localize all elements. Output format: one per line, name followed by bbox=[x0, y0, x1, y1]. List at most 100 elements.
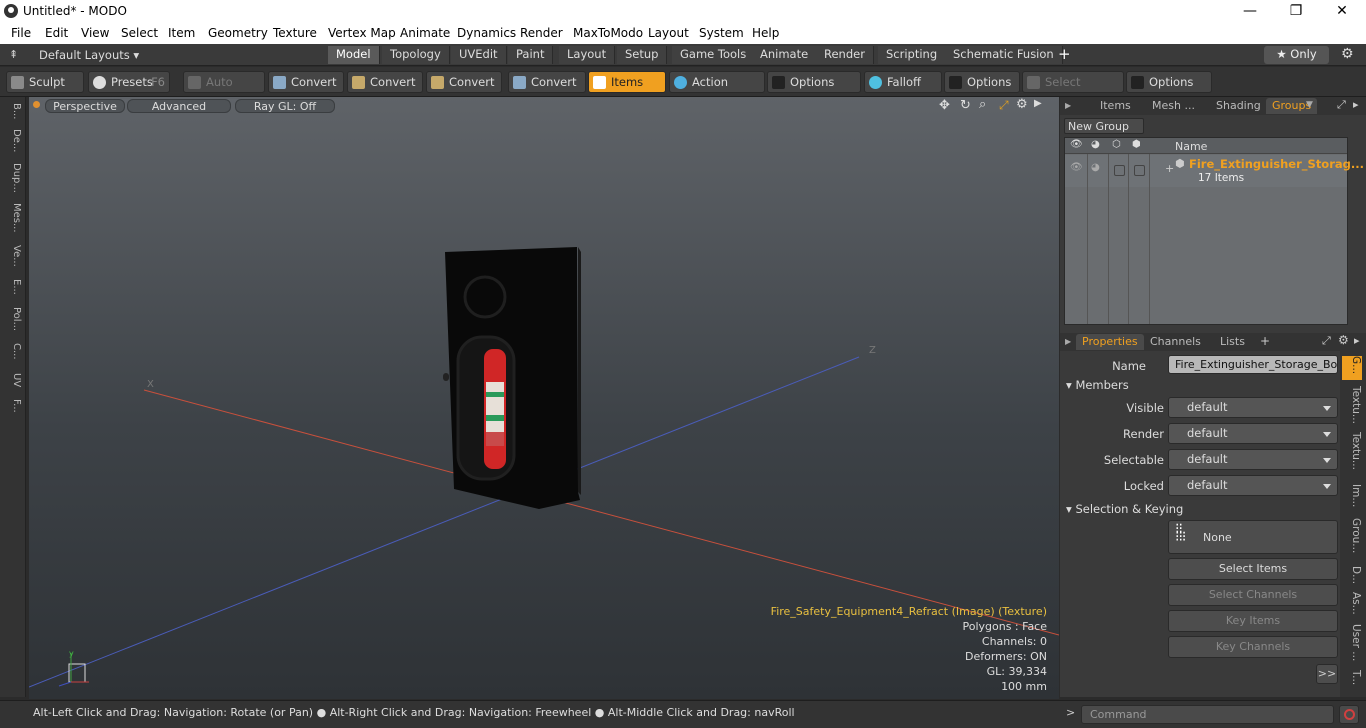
options-button-3[interactable]: Options bbox=[1126, 71, 1212, 93]
action-center-button[interactable]: Action Center bbox=[669, 71, 765, 110]
minimize-button[interactable]: — bbox=[1227, 0, 1273, 23]
layout-preset-dropdown[interactable]: Default Layouts ▾ bbox=[39, 48, 139, 62]
new-group-button[interactable]: New Group bbox=[1064, 118, 1144, 134]
collapse-icon[interactable]: ⇞ bbox=[9, 48, 18, 61]
left-tab-curve[interactable]: C... bbox=[4, 343, 22, 360]
left-tab-basic[interactable]: B... bbox=[4, 103, 22, 119]
menu-geometry[interactable]: Geometry bbox=[208, 26, 268, 40]
tab-model[interactable]: Model bbox=[328, 46, 380, 64]
group-name[interactable]: Fire_Extinguisher_Storag... bbox=[1189, 157, 1364, 171]
name-input[interactable]: Fire_Extinguisher_Storage_Box_ bbox=[1168, 355, 1338, 374]
options-button-2[interactable]: Options bbox=[944, 71, 1020, 93]
vtab-display[interactable]: D... bbox=[1342, 566, 1362, 584]
select-items-button[interactable]: Select Items bbox=[1168, 558, 1338, 580]
menu-maxtomodo[interactable]: MaxToModo bbox=[573, 26, 643, 40]
visible-dropdown[interactable]: default bbox=[1168, 397, 1338, 418]
visibility-toggle-icon[interactable]: 👁 bbox=[1070, 162, 1083, 173]
selection-keying-section[interactable]: ▾ Selection & Keying bbox=[1066, 502, 1183, 516]
menu-vertex-map[interactable]: Vertex Map bbox=[328, 26, 396, 40]
lock-checkbox[interactable] bbox=[1134, 165, 1145, 176]
left-tab-fusion[interactable]: F... bbox=[4, 399, 22, 413]
menu-system[interactable]: System bbox=[699, 26, 744, 40]
left-tab-uv[interactable]: UV bbox=[4, 373, 22, 387]
vtab-user[interactable]: User ... bbox=[1342, 624, 1362, 661]
tab-paint[interactable]: Paint bbox=[508, 46, 554, 64]
vtab-texture-1[interactable]: Textu... bbox=[1342, 386, 1362, 424]
tab-shading[interactable]: Shading bbox=[1210, 98, 1267, 114]
menu-help[interactable]: Help bbox=[752, 26, 779, 40]
tabs-dropdown-icon[interactable]: ▼ bbox=[1306, 100, 1313, 110]
panel-menu-icon[interactable]: ▶ bbox=[1065, 101, 1071, 110]
vtab-image[interactable]: Im... bbox=[1342, 484, 1362, 507]
menu-edit[interactable]: Edit bbox=[45, 26, 68, 40]
3d-viewport[interactable]: Perspective Advanced Ray GL: Off ✥ ↻ ⌕ ⤢… bbox=[29, 97, 1059, 699]
menu-view[interactable]: View bbox=[81, 26, 109, 40]
key-items-button[interactable]: Key Items bbox=[1168, 610, 1338, 632]
convert-button-4[interactable]: Convert bbox=[508, 71, 586, 93]
tab-uvedit[interactable]: UVEdit bbox=[451, 46, 507, 64]
falloff-button[interactable]: Falloff bbox=[864, 71, 942, 93]
select-channels-button[interactable]: Select Channels bbox=[1168, 584, 1338, 606]
menu-item[interactable]: Item bbox=[168, 26, 195, 40]
vtab-tags[interactable]: T... bbox=[1342, 670, 1362, 685]
tab-mesh[interactable]: Mesh ... bbox=[1146, 98, 1201, 114]
left-tab-deform[interactable]: De... bbox=[4, 129, 22, 152]
menu-render[interactable]: Render bbox=[520, 26, 563, 40]
convert-button-2[interactable]: Convert bbox=[347, 71, 423, 93]
tab-layout[interactable]: Layout bbox=[559, 46, 616, 64]
tab-topology[interactable]: Topology bbox=[382, 46, 450, 64]
tab-lists[interactable]: Lists bbox=[1214, 334, 1251, 350]
props-gear-icon[interactable]: ⚙ bbox=[1338, 333, 1349, 347]
maximize-button[interactable]: ❐ bbox=[1273, 0, 1319, 23]
render-toggle-icon[interactable]: ◕ bbox=[1091, 162, 1100, 173]
convert-button-1[interactable]: Convert bbox=[268, 71, 344, 93]
left-tab-edge[interactable]: E... bbox=[4, 279, 22, 295]
gear-icon[interactable]: ⚙ bbox=[1341, 46, 1354, 62]
command-history-button[interactable] bbox=[1339, 705, 1359, 724]
vtab-assembly[interactable]: As... bbox=[1342, 592, 1362, 615]
add-tab-button[interactable]: + bbox=[1058, 45, 1071, 63]
tab-channels[interactable]: Channels bbox=[1144, 334, 1207, 350]
add-props-tab-button[interactable]: + bbox=[1260, 334, 1270, 348]
expand-toggle-icon[interactable]: + bbox=[1165, 162, 1174, 175]
tab-properties[interactable]: Properties bbox=[1076, 334, 1144, 350]
render-dropdown[interactable]: default bbox=[1168, 423, 1338, 444]
left-tab-duplicate[interactable]: Dup... bbox=[4, 163, 22, 193]
presets-button[interactable]: Presets F6 bbox=[88, 71, 170, 93]
props-expand-icon[interactable]: ⤢ bbox=[1322, 334, 1331, 348]
more-button[interactable]: >> bbox=[1316, 664, 1338, 684]
menu-select[interactable]: Select bbox=[121, 26, 158, 40]
menu-dynamics[interactable]: Dynamics bbox=[457, 26, 516, 40]
expand-icon[interactable]: ⤢ bbox=[1337, 98, 1346, 112]
menu-texture[interactable]: Texture bbox=[273, 26, 317, 40]
close-button[interactable]: ✕ bbox=[1319, 0, 1365, 23]
locked-dropdown[interactable]: default bbox=[1168, 475, 1338, 496]
selectable-dropdown[interactable]: default bbox=[1168, 449, 1338, 470]
left-tab-vertex[interactable]: Ve... bbox=[4, 245, 22, 267]
items-button[interactable]: Items bbox=[588, 71, 666, 93]
tab-schematic-fusion[interactable]: Schematic Fusion bbox=[945, 46, 1063, 64]
props-menu-icon[interactable]: ▶ bbox=[1065, 337, 1071, 346]
props-arrow-icon[interactable]: ▸ bbox=[1354, 334, 1360, 347]
tab-game-tools[interactable]: Game Tools bbox=[672, 46, 756, 64]
vtab-texture-2[interactable]: Textu... bbox=[1342, 432, 1362, 470]
sculpt-button[interactable]: Sculpt bbox=[6, 71, 84, 93]
tab-items[interactable]: Items bbox=[1094, 98, 1137, 114]
command-input[interactable]: Command bbox=[1081, 705, 1334, 724]
selectable-checkbox[interactable] bbox=[1114, 165, 1125, 176]
menu-animate[interactable]: Animate bbox=[400, 26, 450, 40]
members-section[interactable]: ▾ Members bbox=[1066, 378, 1129, 392]
tab-scripting[interactable]: Scripting bbox=[878, 46, 947, 64]
auto-select-button[interactable]: Auto Select bbox=[183, 71, 265, 110]
only-toggle[interactable]: ★ Only bbox=[1264, 46, 1329, 64]
select-through-button[interactable]: Select Through bbox=[1022, 71, 1124, 110]
options-button-1[interactable]: Options bbox=[767, 71, 861, 93]
tab-animate[interactable]: Animate bbox=[752, 46, 818, 64]
left-tab-mesh-edit[interactable]: Mes... bbox=[4, 203, 22, 233]
tab-setup[interactable]: Setup bbox=[617, 46, 668, 64]
none-button[interactable]: ⁝⁝ ⁝⁝⁝ None bbox=[1168, 520, 1338, 554]
vtab-group[interactable]: Grou... bbox=[1342, 518, 1362, 553]
panel-arrow-icon[interactable]: ▸ bbox=[1353, 98, 1359, 111]
menu-layout[interactable]: Layout bbox=[648, 26, 689, 40]
vtab-groups[interactable]: G... bbox=[1342, 356, 1362, 380]
